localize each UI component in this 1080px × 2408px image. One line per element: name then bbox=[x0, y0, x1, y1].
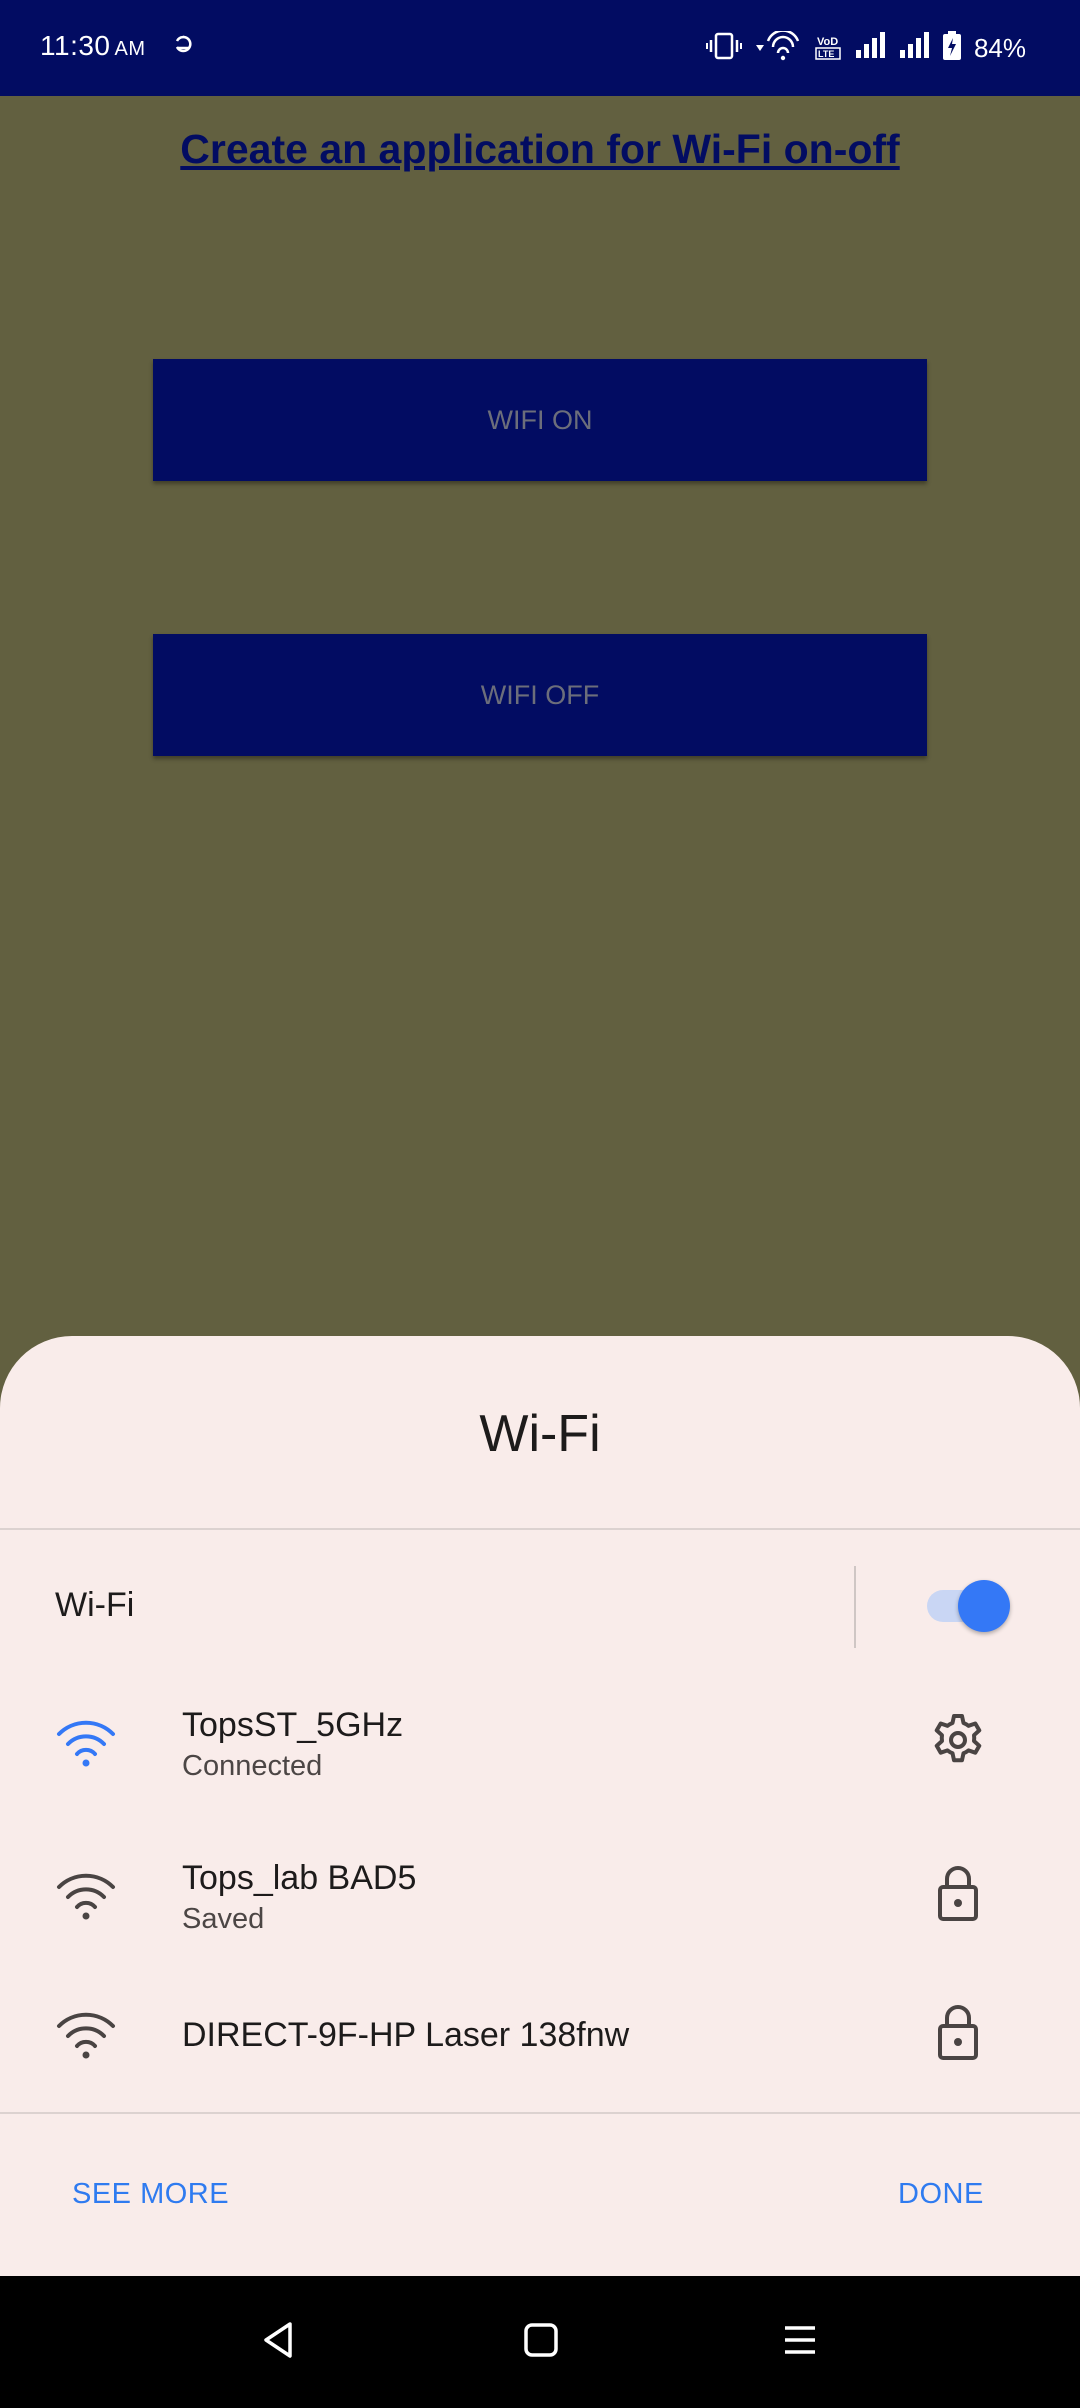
volte-icon: VoD LTE bbox=[814, 33, 842, 63]
status-bar: 11:30 AM VoD LTE 84% bbox=[0, 0, 1080, 96]
network-row-direct-9f-hp[interactable]: DIRECT-9F-HP Laser 138fnw bbox=[0, 1988, 1080, 2128]
network-row-topsst-5ghz[interactable]: TopsST_5GHz Connected bbox=[0, 1696, 1080, 1836]
network-name: TopsST_5GHz bbox=[182, 1706, 404, 1744]
wifi-icon bbox=[754, 28, 802, 66]
back-icon[interactable] bbox=[260, 2320, 296, 2365]
svg-text:LTE: LTE bbox=[818, 49, 834, 59]
lock-icon[interactable] bbox=[928, 2000, 988, 2069]
lock-icon[interactable] bbox=[928, 1861, 988, 1930]
network-status: Saved bbox=[182, 1903, 265, 1935]
settings-gear-icon[interactable] bbox=[928, 1710, 988, 1775]
navigation-bar bbox=[0, 2276, 1080, 2408]
sheet-title: Wi-Fi bbox=[479, 1405, 601, 1463]
wifi-signal-icon bbox=[56, 1718, 116, 1773]
network-name: Tops_lab BAD5 bbox=[182, 1859, 417, 1897]
status-time: 11:30 AM bbox=[40, 30, 146, 62]
battery-charging-icon bbox=[942, 30, 962, 66]
home-icon[interactable] bbox=[523, 2320, 559, 2365]
sheet-bottom-divider bbox=[0, 2112, 1080, 2114]
vibrate-icon bbox=[705, 32, 742, 65]
wifi-signal-icon bbox=[56, 2010, 116, 2065]
wifi-off-button[interactable]: WIFI OFF bbox=[153, 634, 927, 756]
data-saver-icon bbox=[172, 34, 194, 67]
signal-icon bbox=[898, 31, 930, 65]
sheet-divider bbox=[0, 1528, 1080, 1530]
status-time-value: 11:30 bbox=[40, 30, 111, 61]
network-name: DIRECT-9F-HP Laser 138fnw bbox=[182, 2016, 630, 2054]
svg-text:VoD: VoD bbox=[817, 36, 838, 48]
battery-level: 84% bbox=[973, 32, 1026, 63]
done-button[interactable]: DONE bbox=[898, 2178, 984, 2211]
switch-thumb[interactable] bbox=[958, 1580, 1010, 1632]
status-icons: VoD LTE 84% bbox=[705, 28, 1026, 68]
wifi-signal-icon bbox=[56, 1871, 116, 1926]
signal-icon bbox=[854, 31, 886, 65]
status-time-ampm: AM bbox=[114, 38, 146, 60]
wifi-toggle-label: Wi-Fi bbox=[55, 1586, 135, 1624]
wifi-on-button[interactable]: WIFI ON bbox=[153, 359, 927, 481]
wifi-bottom-sheet: Wi-Fi Wi-Fi TopsST_5GHz Connected Tops_l… bbox=[0, 1336, 1080, 2276]
network-status: Connected bbox=[182, 1750, 323, 1782]
see-more-button[interactable]: SEE MORE bbox=[72, 2178, 229, 2211]
toggle-separator bbox=[854, 1566, 856, 1648]
network-row-tops-lab-bad5[interactable]: Tops_lab BAD5 Saved bbox=[0, 1849, 1080, 1989]
recents-menu-icon[interactable] bbox=[782, 2320, 818, 2365]
app-title: Create an application for Wi-Fi on-off bbox=[180, 126, 900, 172]
